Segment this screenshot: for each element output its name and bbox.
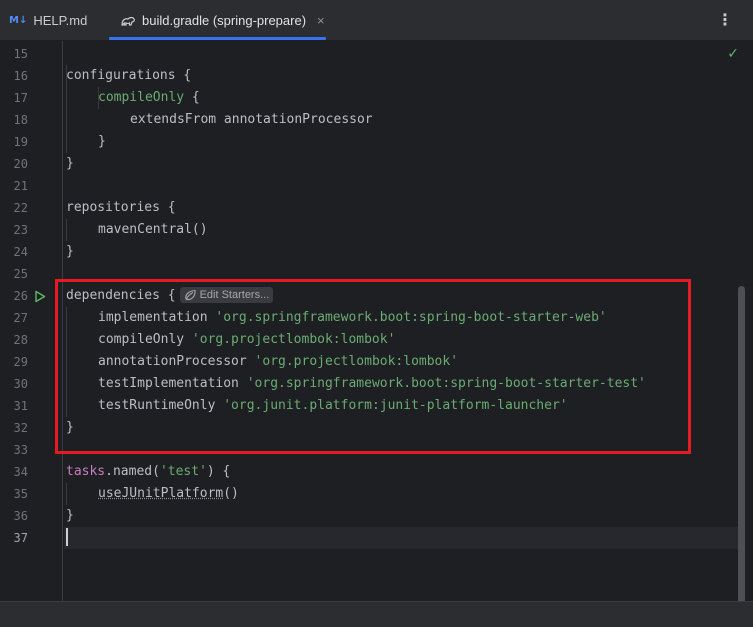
line-number: 32 [13, 421, 28, 435]
code-line-19: } [98, 131, 106, 153]
code-token: } [66, 244, 74, 259]
inspection-ok-icon[interactable]: ✓ [727, 46, 739, 62]
line-number: 18 [13, 113, 28, 127]
close-icon[interactable]: × [317, 13, 325, 28]
code-line-17: compileOnly { [98, 87, 200, 109]
code-token: repositories [66, 200, 160, 215]
code-token: 'org.springframework.boot:spring-boot-st… [215, 310, 607, 325]
line-number: 23 [13, 223, 28, 237]
code-token: 'org.springframework.boot:spring-boot-st… [246, 376, 646, 391]
line-number: 34 [13, 465, 28, 479]
gradle-icon [120, 14, 136, 28]
line-number: 28 [13, 333, 28, 347]
code-token: implementation [98, 310, 208, 325]
code-token: 'org.projectlombok:lombok' [254, 354, 459, 369]
code-token: } [66, 156, 74, 171]
code-line-31: testRuntimeOnly 'org.junit.platform:juni… [98, 395, 568, 417]
code-token: ) { [206, 464, 231, 479]
line-number: 15 [13, 47, 28, 61]
code-line-27: implementation 'org.springframework.boot… [98, 307, 607, 329]
indent-guide [66, 219, 67, 241]
code-line-32: } [66, 417, 74, 439]
code-line-22: repositories { [66, 197, 176, 219]
edit-starters-label: Edit Starters... [199, 288, 270, 301]
code-line-35: useJUnitPlatform() [98, 483, 239, 505]
line-number: 20 [13, 157, 28, 171]
text-caret [66, 528, 68, 546]
code-token: () [223, 486, 239, 501]
code-token: 'org.junit.platform:junit-platform-launc… [223, 398, 568, 413]
line-number: 33 [13, 443, 28, 457]
line-number: 36 [13, 509, 28, 523]
line-number: 31 [13, 399, 28, 413]
status-bar [0, 601, 753, 627]
line-number: 37 [13, 531, 28, 545]
code-token: testImplementation [98, 376, 239, 391]
code-token: dependencies [66, 288, 160, 303]
tab-label: HELP.md [33, 13, 88, 28]
line-number: 35 [13, 487, 28, 501]
code-line-24: } [66, 241, 74, 263]
markdown-icon: M↓ [9, 15, 28, 26]
line-number: 27 [13, 311, 28, 325]
line-number: 26 [13, 289, 28, 303]
code-token: { [184, 90, 200, 105]
indent-guide [66, 483, 67, 505]
code-token: { [159, 288, 176, 303]
line-number: 17 [13, 91, 28, 105]
code-token: compileOnly [98, 90, 185, 105]
code-line-26: dependencies { Edit Starters... [66, 285, 274, 307]
code-line-28: compileOnly 'org.projectlombok:lombok' [98, 329, 395, 351]
vertical-scrollbar[interactable] [738, 286, 745, 611]
code-token: } [66, 420, 74, 435]
line-number: 21 [13, 179, 28, 193]
line-number-gutter: 15 16 17 18 19 20 21 22 23 24 25 26 27 2… [0, 41, 63, 601]
line-number: 24 [13, 245, 28, 259]
code-line-34: tasks.named('test') { [66, 461, 230, 483]
code-line-20: } [66, 153, 74, 175]
code-token: extendsFrom annotationProcessor [130, 112, 373, 127]
tab-help-md[interactable]: M↓ HELP.md [9, 0, 87, 41]
run-gutter-icon[interactable] [34, 285, 48, 307]
code-token: 'test' [159, 464, 207, 479]
line-number: 25 [13, 267, 28, 281]
active-tab-indicator [109, 37, 326, 40]
code-line-29: annotationProcessor 'org.projectlombok:l… [98, 351, 458, 373]
code-token: .named( [105, 464, 160, 479]
code-token: mavenCentral() [98, 222, 208, 237]
code-token: tasks [66, 464, 106, 479]
line-number: 29 [13, 355, 28, 369]
more-options-icon[interactable]: ⋮ [717, 10, 733, 30]
code-token: compileOnly [98, 332, 185, 347]
code-token: { [175, 68, 192, 83]
indent-guide [66, 307, 67, 417]
code-line-36: } [66, 505, 74, 527]
code-area[interactable]: configurations { compileOnly { extendsFr… [64, 41, 741, 601]
code-editor[interactable]: 15 16 17 18 19 20 21 22 23 24 25 26 27 2… [0, 41, 753, 611]
code-token: annotationProcessor [98, 354, 247, 369]
editor-tab-bar: M↓ HELP.md build.gradle (spring-prepare)… [0, 0, 753, 41]
code-token: } [66, 508, 74, 523]
line-number: 16 [13, 69, 28, 83]
code-token: testRuntimeOnly [98, 398, 216, 413]
tab-build-gradle[interactable]: build.gradle (spring-prepare) × [109, 0, 326, 41]
line-number: 19 [13, 135, 28, 149]
tab-label: build.gradle (spring-prepare) [142, 13, 307, 28]
code-token: configurations [66, 68, 176, 83]
line-number: 22 [13, 201, 28, 215]
code-line-30: testImplementation 'org.springframework.… [98, 373, 646, 395]
spring-leaf-icon [184, 289, 196, 300]
code-token: } [98, 134, 106, 149]
code-token: { [159, 200, 176, 215]
code-token: 'org.projectlombok:lombok' [191, 332, 396, 347]
code-line-23: mavenCentral() [98, 219, 208, 241]
code-line-18: extendsFrom annotationProcessor [130, 109, 373, 131]
code-line-16: configurations { [66, 65, 191, 87]
edit-starters-hint[interactable]: Edit Starters... [179, 286, 274, 303]
code-token: useJUnitPlatform [98, 486, 224, 501]
line-number: 30 [13, 377, 28, 391]
